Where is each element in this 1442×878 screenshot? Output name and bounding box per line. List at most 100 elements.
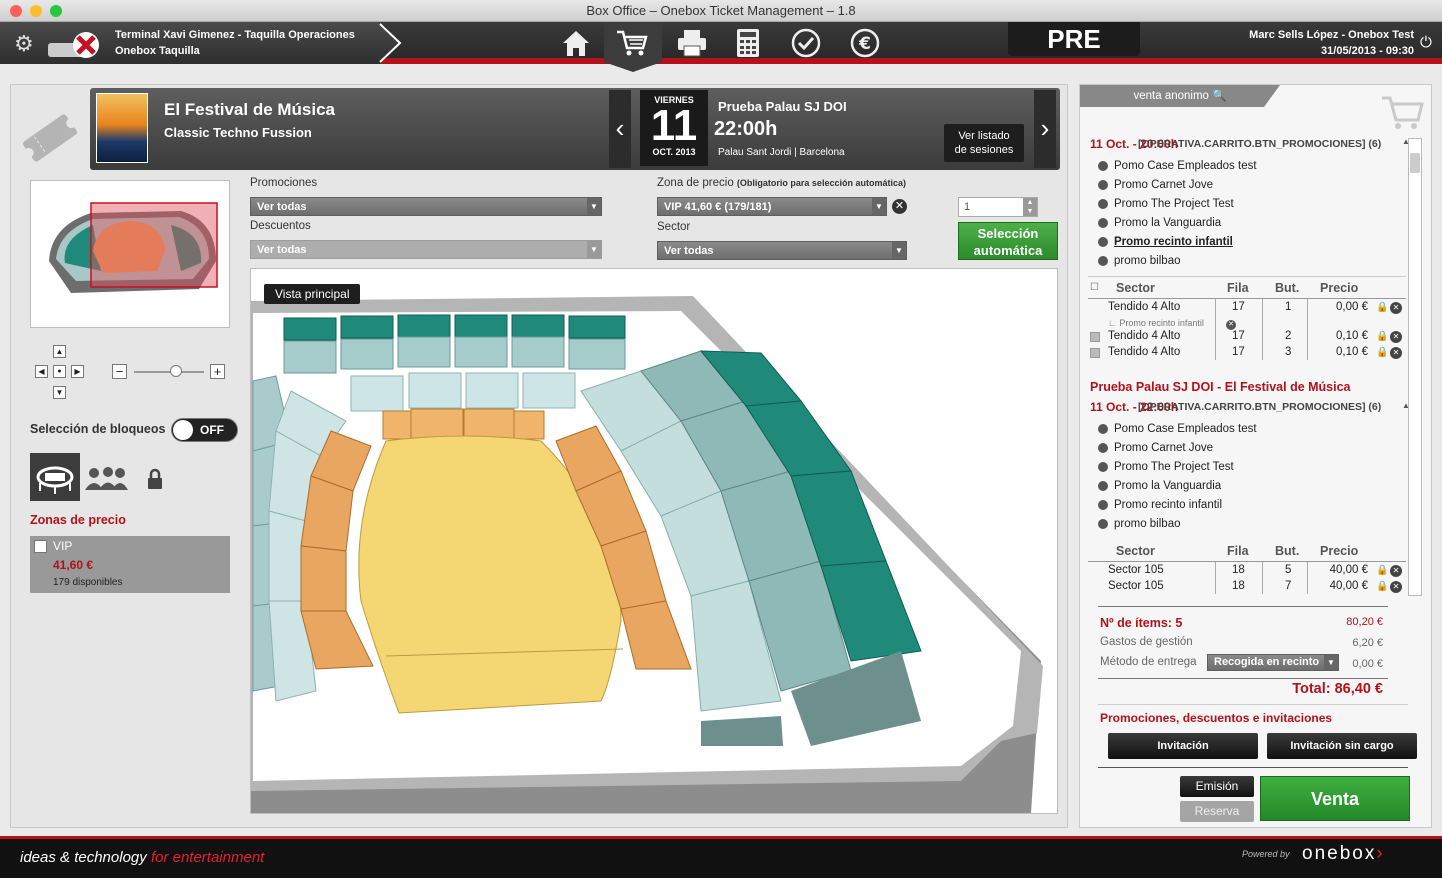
- price-zone-vip[interactable]: VIP 41,60 € 179 disponibles: [30, 536, 230, 593]
- zoom-window-button[interactable]: [50, 5, 62, 17]
- row-precio: 40,00 €: [1329, 564, 1368, 576]
- row-checkbox[interactable]: [1090, 332, 1100, 342]
- col-divider: [1088, 298, 1406, 299]
- zona-select[interactable]: VIP 41,60 € (179/181) ▼: [657, 197, 887, 216]
- row-lock-icon[interactable]: 🔒: [1376, 565, 1388, 576]
- printer-icon[interactable]: [672, 26, 712, 60]
- remove-row-icon[interactable]: ✕: [1390, 331, 1402, 343]
- zoom-in-button[interactable]: +: [210, 364, 225, 379]
- reserva-button[interactable]: Reserva: [1180, 801, 1254, 822]
- select-all-icon[interactable]: ☐: [1090, 282, 1099, 293]
- settings-gear-icon[interactable]: ⚙: [14, 31, 34, 57]
- bloqueos-toggle[interactable]: OFF: [171, 418, 238, 442]
- info-icon: [1098, 218, 1108, 228]
- promo-item[interactable]: Promo Carnet Jove: [1098, 179, 1213, 191]
- map-view-label[interactable]: Vista principal: [264, 284, 361, 304]
- remove-row-icon[interactable]: ✕: [1390, 581, 1402, 593]
- row-lock-icon[interactable]: 🔒: [1376, 581, 1388, 592]
- descuentos-select[interactable]: Ver todas ▼: [250, 240, 602, 259]
- row-lock-icon[interactable]: 🔒: [1376, 347, 1388, 358]
- venue-3d-map[interactable]: [251, 269, 1057, 813]
- promo-item[interactable]: Promo la Vanguardia: [1098, 480, 1221, 492]
- cart-icon[interactable]: [612, 26, 652, 60]
- calculator-icon[interactable]: [728, 26, 768, 60]
- row-fila: 17: [1232, 301, 1245, 313]
- venue-minimap[interactable]: [30, 180, 230, 328]
- event-title: El Festival de Música: [164, 100, 336, 119]
- promo-item[interactable]: Promo Carnet Jove: [1098, 442, 1213, 454]
- environment-badge: PRE: [1008, 22, 1140, 56]
- invitacion-sin-cargo-button[interactable]: Invitación sin cargo: [1267, 733, 1417, 759]
- next-session-button[interactable]: ›: [1034, 90, 1056, 168]
- session-venue: Palau Sant Jordi | Barcelona: [718, 147, 845, 158]
- pan-right-button[interactable]: ▶: [71, 365, 84, 378]
- sector-value: Ver todas: [664, 245, 714, 257]
- row-precio: 0,00 €: [1336, 301, 1368, 313]
- promo-item[interactable]: Promo The Project Test: [1098, 198, 1234, 210]
- emision-button[interactable]: Emisión: [1180, 776, 1254, 797]
- session-list-button[interactable]: Ver listado de sesiones: [944, 124, 1024, 162]
- window-titlebar: Box Office – Onebox Ticket Management – …: [0, 0, 1442, 22]
- price-zone-name: VIP: [53, 539, 73, 553]
- clear-zona-icon[interactable]: ✕: [892, 199, 907, 214]
- promociones-select[interactable]: Ver todas ▼: [250, 197, 602, 216]
- prev-session-button[interactable]: ‹: [609, 90, 631, 168]
- cart-scrollbar[interactable]: [1408, 138, 1422, 596]
- row-sector: Sector 105: [1108, 564, 1164, 576]
- remove-row-icon[interactable]: ✕: [1390, 347, 1402, 359]
- promo-item[interactable]: promo bilbao: [1098, 518, 1180, 530]
- search-icon[interactable]: 🔍: [1212, 90, 1226, 102]
- auto-select-button[interactable]: Selección automática: [958, 222, 1058, 260]
- zoom-slider-track[interactable]: [134, 371, 204, 373]
- row-checkbox[interactable]: [1090, 348, 1100, 358]
- col-separator: [1215, 562, 1216, 594]
- zona-value: VIP 41,60 € (179/181): [664, 201, 772, 213]
- pan-center-button[interactable]: ●: [53, 365, 66, 378]
- price-zone-checkbox[interactable]: [34, 540, 47, 553]
- sector-label: Sector: [657, 221, 691, 233]
- euro-icon[interactable]: €: [845, 26, 885, 60]
- groups-icon[interactable]: [82, 466, 130, 492]
- remove-row-icon[interactable]: ✕: [1390, 302, 1402, 314]
- scrollbar-thumb[interactable]: [1410, 153, 1420, 173]
- zoom-out-button[interactable]: −: [112, 364, 127, 379]
- pan-left-button[interactable]: ◀: [35, 365, 48, 378]
- promo-item[interactable]: Promo la Vanguardia: [1098, 217, 1221, 229]
- promo-item[interactable]: Pomo Case Empleados test: [1098, 160, 1257, 172]
- lock-icon[interactable]: [146, 468, 164, 490]
- quantity-stepper[interactable]: 1 ▲ ▼: [958, 197, 1038, 217]
- close-window-button[interactable]: [10, 5, 22, 17]
- row-lock-icon[interactable]: 🔒: [1376, 331, 1388, 342]
- col-separator: [1215, 299, 1216, 360]
- seat-map[interactable]: Vista principal: [250, 268, 1058, 814]
- minimize-window-button[interactable]: [30, 5, 42, 17]
- check-icon[interactable]: [786, 26, 826, 60]
- remove-promo-icon[interactable]: ✕: [1226, 320, 1236, 330]
- remove-row-icon[interactable]: ✕: [1390, 565, 1402, 577]
- promo-item[interactable]: Promo recinto infantil: [1098, 236, 1233, 248]
- cart-tab[interactable]: venta anonimo 🔍: [1080, 85, 1280, 107]
- stepper-arrows-icon[interactable]: ▲ ▼: [1023, 198, 1037, 216]
- col-header-1: Fila: [1227, 544, 1249, 558]
- terminal-chevron-icon: [379, 23, 402, 63]
- pan-up-button[interactable]: ▲: [53, 345, 66, 358]
- venta-button[interactable]: Venta: [1260, 776, 1410, 821]
- promo-item[interactable]: promo bilbao: [1098, 255, 1180, 267]
- zoom-slider-handle[interactable]: [170, 365, 182, 377]
- group1-promo-header[interactable]: [OPERATIVA.CARRITO.BTN_PROMOCIONES] (6): [1138, 138, 1381, 150]
- chevron-down-icon: ▼: [872, 198, 886, 215]
- view-seats-tab[interactable]: [30, 453, 80, 501]
- power-icon[interactable]: ⏻: [1420, 34, 1432, 51]
- promo-item[interactable]: Promo recinto infantil: [1098, 499, 1222, 511]
- info-icon: [1098, 500, 1108, 510]
- promo-item[interactable]: Pomo Case Empleados test: [1098, 423, 1257, 435]
- invitacion-button[interactable]: Invitación: [1108, 733, 1258, 759]
- pan-down-button[interactable]: ▼: [53, 386, 66, 399]
- home-icon[interactable]: [556, 26, 596, 60]
- promo-item[interactable]: Promo The Project Test: [1098, 461, 1234, 473]
- sector-select[interactable]: Ver todas ▼: [657, 241, 907, 260]
- group2-promo-header[interactable]: [OPERATIVA.CARRITO.BTN_PROMOCIONES] (6): [1138, 401, 1381, 413]
- info-icon: [1098, 519, 1108, 529]
- quantity-value: 1: [964, 201, 971, 213]
- row-lock-icon[interactable]: 🔒: [1376, 302, 1388, 313]
